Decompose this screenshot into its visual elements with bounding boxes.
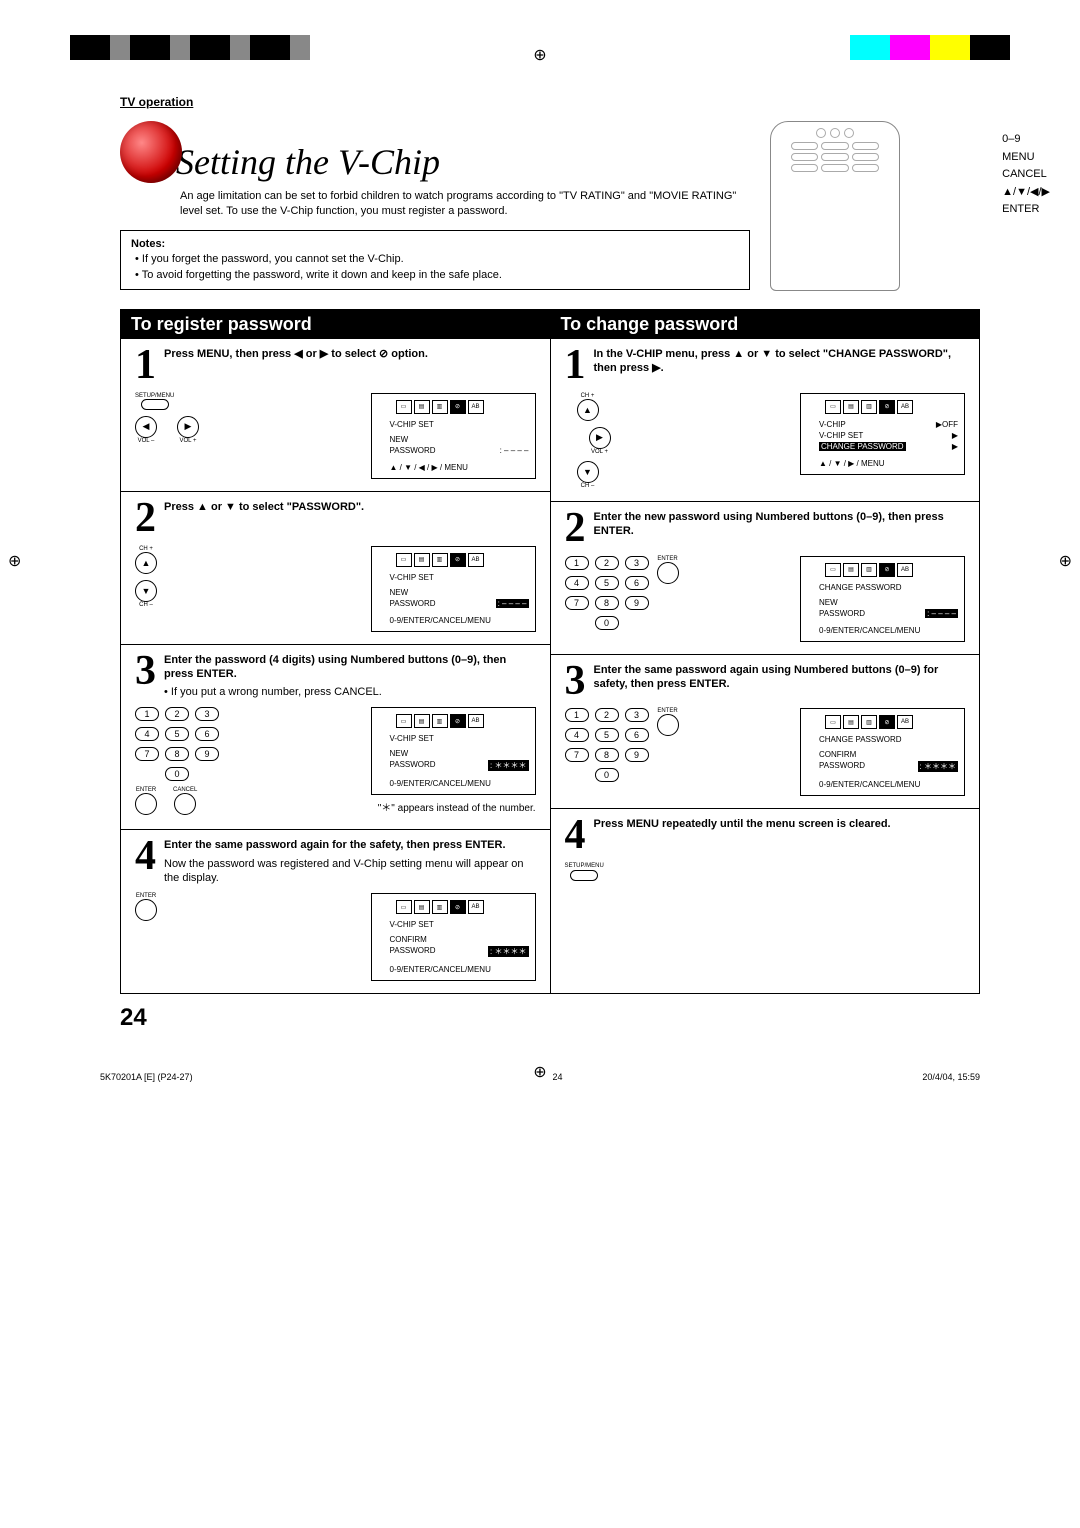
remote-buttons: 123 456 789 0 ENTER CANCEL [135, 707, 219, 817]
remote-label: 0–9 [1002, 131, 1050, 149]
color-bar-left [70, 35, 310, 60]
osd-title: V-CHIP SET [378, 920, 529, 929]
osd-hint: ▲ / ▼ / ▶ / MENU [807, 459, 958, 468]
button-label: VOL + [589, 449, 611, 455]
footer-center: 24 [552, 1072, 562, 1082]
step-number: 3 [565, 663, 586, 701]
registration-mark-bottom: ⊕ [533, 1062, 546, 1082]
osd-screen: ▭▤▥⊘AB CHANGE PASSWORD CONFIRM PASSWORD:… [800, 708, 965, 796]
registration-mark-right: ⊕ [1059, 551, 1072, 571]
osd-title: CHANGE PASSWORD [807, 583, 958, 592]
osd-screen: ▭▤▥⊘AB V-CHIP SET CONFIRM PASSWORD: ＊＊＊＊… [371, 893, 536, 981]
remote-labels: 0–9 MENU CANCEL ▲/▼/◀/▶ ENTER [1002, 131, 1050, 219]
page-number: 24 [120, 1004, 980, 1032]
button-label: CH – [135, 602, 157, 608]
step-text: In the V-CHIP menu, press ▲ or ▼ to sele… [594, 348, 952, 374]
osd-hint: ▲ / ▼ / ◀ / ▶ / MENU [378, 463, 529, 472]
step-text: Enter the password (4 digits) using Numb… [164, 654, 506, 680]
step-note: If you put a wrong number, press CANCEL. [171, 686, 382, 698]
button-label: VOL + [177, 438, 199, 444]
remote-label: ENTER [1002, 201, 1050, 219]
button-label: SETUP/MENU [135, 393, 174, 399]
osd-hint: 0-9/ENTER/CANCEL/MENU [378, 616, 529, 625]
button-label: CH + [577, 393, 599, 399]
osd-screen: ▭▤▥⊘AB CHANGE PASSWORD NEW PASSWORD: – –… [800, 556, 965, 642]
footer-right: 20/4/04, 15:59 [922, 1072, 980, 1082]
step-a4: 4 Enter the same password again for the … [121, 830, 550, 993]
remote-buttons: SETUP/MENU [565, 863, 604, 881]
step-b3: 3 Enter the same password again using Nu… [551, 655, 980, 810]
remote-label: CANCEL [1002, 166, 1050, 184]
step-number: 4 [565, 817, 586, 855]
osd-title: V-CHIP SET [378, 573, 529, 582]
page-title: Setting the V-Chip [176, 141, 440, 183]
osd-screen: ▭▤▥⊘AB V-CHIP▶OFF V-CHIP SET▶ CHANGE PAS… [800, 393, 965, 475]
step-note: Now the password was registered and V-Ch… [164, 857, 536, 886]
step-text: Press MENU, then press ◀ or ▶ to select … [164, 348, 428, 360]
step-a2: 2 Press ▲ or ▼ to select "PASSWORD". CH … [121, 492, 550, 645]
button-label: CH – [577, 483, 599, 489]
intro-text: An age limitation can be set to forbid c… [180, 189, 750, 220]
button-label: VOL – [135, 438, 157, 444]
osd-hint: 0-9/ENTER/CANCEL/MENU [807, 780, 958, 789]
osd-screen: ▭▤▥⊘AB V-CHIP SET NEW PASSWORD: – – – – … [371, 546, 536, 632]
note-item: To avoid forgetting the password, write … [135, 268, 739, 283]
step-a3: 3 Enter the password (4 digits) using Nu… [121, 645, 550, 831]
registration-mark-top: ⊕ [533, 45, 546, 65]
globe-icon [120, 121, 182, 183]
column-heading: To change password [551, 310, 980, 339]
column-heading: To register password [121, 310, 550, 339]
button-label: CH + [135, 546, 157, 552]
remote-buttons: SETUP/MENU ◀VOL – ▶VOL + [135, 393, 199, 444]
step-number: 4 [135, 838, 156, 876]
remote-buttons: ENTER [135, 893, 157, 923]
remote-buttons: CH +▲ ▼CH – [135, 546, 157, 608]
remote-illustration [770, 121, 900, 291]
star-note: "＊" appears instead of the number. [371, 799, 536, 814]
remote-buttons: 123 456 789 0 ENTER [565, 556, 679, 630]
note-item: If you forget the password, you cannot s… [135, 252, 739, 267]
register-password-column: To register password 1 Press MENU, then … [120, 309, 551, 994]
remote-label: ▲/▼/◀/▶ [1002, 184, 1050, 202]
step-text: Enter the same password again for the sa… [164, 839, 506, 851]
step-number: 3 [135, 653, 156, 691]
step-number: 2 [565, 510, 586, 548]
osd-title: CHANGE PASSWORD [807, 735, 958, 744]
osd-hint: 0-9/ENTER/CANCEL/MENU [378, 779, 529, 788]
osd-screen: ▭▤▥⊘AB V-CHIP SET NEW PASSWORD: ＊＊＊＊ 0-9… [371, 707, 536, 795]
section-label: TV operation [120, 95, 980, 109]
button-label: SETUP/MENU [565, 863, 604, 869]
step-text: Press MENU repeatedly until the menu scr… [594, 818, 891, 830]
step-text: Press ▲ or ▼ to select "PASSWORD". [164, 501, 364, 513]
remote-buttons: CH +▲ ▶VOL + ▼CH – [565, 393, 611, 489]
step-a1: 1 Press MENU, then press ◀ or ▶ to selec… [121, 339, 550, 492]
step-text: Enter the new password using Numbered bu… [594, 511, 944, 537]
change-password-column: To change password 1 In the V-CHIP menu,… [551, 309, 981, 994]
color-bar-right [850, 35, 1010, 60]
osd-screen: ▭▤▥⊘AB V-CHIP SET NEW PASSWORD: – – – – … [371, 393, 536, 479]
step-b2: 2 Enter the new password using Numbered … [551, 502, 980, 655]
osd-hint: 0-9/ENTER/CANCEL/MENU [807, 626, 958, 635]
step-number: 1 [135, 347, 156, 385]
registration-mark-left: ⊕ [8, 551, 21, 571]
step-b1: 1 In the V-CHIP menu, press ▲ or ▼ to se… [551, 339, 980, 502]
step-text: Enter the same password again using Numb… [594, 664, 939, 690]
osd-title: V-CHIP SET [378, 420, 529, 429]
step-number: 2 [135, 500, 156, 538]
osd-hint: 0-9/ENTER/CANCEL/MENU [378, 965, 529, 974]
step-number: 1 [565, 347, 586, 385]
step-b4: 4 Press MENU repeatedly until the menu s… [551, 809, 980, 893]
button-label: ENTER [657, 556, 679, 562]
osd-title: V-CHIP SET [378, 734, 529, 743]
remote-label: MENU [1002, 149, 1050, 167]
notes-box: Notes: If you forget the password, you c… [120, 230, 750, 290]
notes-heading: Notes: [131, 237, 739, 252]
remote-buttons: 123 456 789 0 ENTER [565, 708, 679, 782]
footer-left: 5K70201A [E] (P24-27) [100, 1072, 193, 1082]
